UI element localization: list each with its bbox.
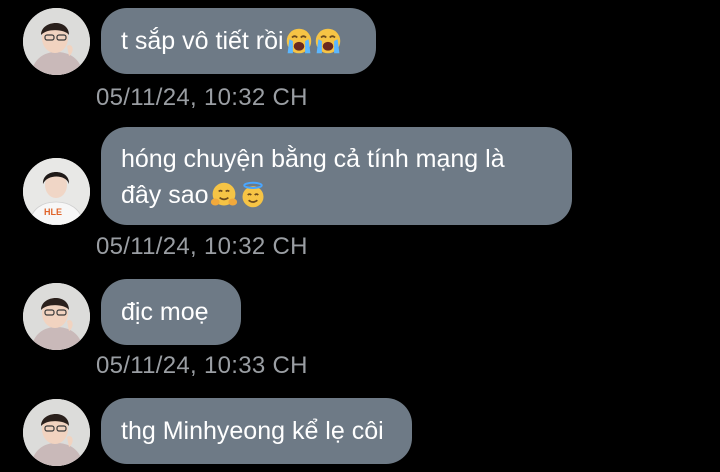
message-bubble[interactable]: địc moẹ xyxy=(101,279,241,345)
hugging-face-emoji xyxy=(210,182,237,206)
message-bubble[interactable]: hóng chuyện bằng cả tính mạng là đây sao xyxy=(101,127,572,225)
avatar[interactable] xyxy=(23,399,90,466)
message-bubble[interactable]: t sắp vô tiết rồi xyxy=(101,8,376,74)
avatar[interactable]: HLE xyxy=(23,158,90,225)
message-text: thg Minhyeong kể lẹ côi xyxy=(121,417,384,445)
jersey-text: HLE xyxy=(44,207,62,217)
avatar[interactable] xyxy=(23,283,90,350)
message-bubble[interactable]: thg Minhyeong kể lẹ côi xyxy=(101,398,412,464)
loudly-crying-face-emoji xyxy=(286,28,311,54)
chat-thread: t sắp vô tiết rồi 05/11/24, 10:32 CH HLE… xyxy=(0,0,720,472)
smiling-face-with-halo-emoji xyxy=(242,181,264,208)
message-timestamp: 05/11/24, 10:32 CH xyxy=(96,84,308,111)
message-text: t sắp vô tiết rồi xyxy=(121,27,284,55)
message-text-line-2: đây sao xyxy=(121,181,209,209)
message-text: địc moẹ xyxy=(121,298,209,326)
avatar[interactable] xyxy=(23,8,90,75)
message-timestamp: 05/11/24, 10:32 CH xyxy=(96,233,308,260)
loudly-crying-face-emoji xyxy=(315,28,340,54)
message-timestamp: 05/11/24, 10:33 CH xyxy=(96,352,308,379)
message-text-line-1: hóng chuyện bằng cả tính mạng là xyxy=(121,145,505,173)
